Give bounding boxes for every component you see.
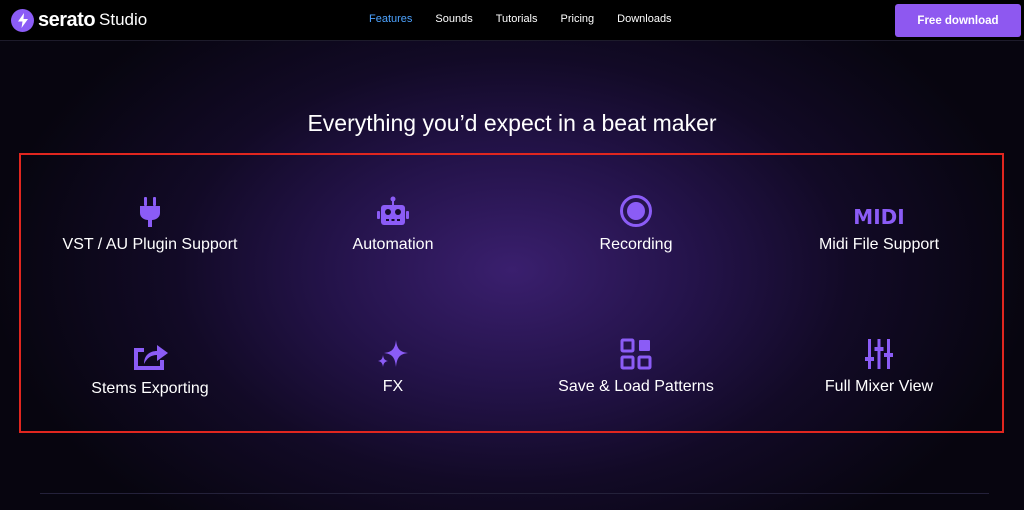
export-icon bbox=[30, 336, 270, 372]
feature-label: Save & Load Patterns bbox=[558, 378, 714, 395]
section-divider bbox=[40, 493, 989, 494]
logo-wordmark: serato bbox=[38, 8, 96, 31]
nav-links: Features Sounds Tutorials Pricing Downlo… bbox=[369, 13, 672, 25]
feature-automation: Automation bbox=[273, 192, 513, 254]
serato-studio-logo[interactable]: serato Studio bbox=[11, 8, 147, 32]
feature-save-load-patterns: Save & Load Patterns bbox=[516, 334, 756, 396]
feature-label: FX bbox=[382, 378, 404, 395]
nav-link-features[interactable]: Features bbox=[369, 13, 412, 25]
feature-label: Full Mixer View bbox=[824, 378, 934, 395]
feature-vst-au-plugin-support: VST / AU Plugin Support bbox=[30, 192, 270, 254]
nav-link-tutorials[interactable]: Tutorials bbox=[496, 13, 538, 25]
feature-label: VST / AU Plugin Support bbox=[62, 236, 238, 253]
feature-label: Recording bbox=[599, 236, 673, 253]
nav-link-sounds[interactable]: Sounds bbox=[435, 13, 472, 25]
feature-full-mixer-view: Full Mixer View bbox=[759, 334, 999, 396]
mixer-sliders-icon bbox=[759, 334, 999, 370]
feature-midi-file-support: MIDI Midi File Support bbox=[759, 192, 999, 254]
record-icon bbox=[516, 192, 756, 228]
svg-text:MIDI: MIDI bbox=[853, 205, 904, 228]
nav-link-pricing[interactable]: Pricing bbox=[561, 13, 595, 25]
sparkle-icon bbox=[273, 334, 513, 370]
feature-recording: Recording bbox=[516, 192, 756, 254]
feature-fx: FX bbox=[273, 334, 513, 396]
section-heading: Everything you’d expect in a beat maker bbox=[307, 110, 717, 136]
logo-product-name: Studio bbox=[99, 10, 148, 29]
midi-icon: MIDI bbox=[759, 192, 999, 228]
robot-icon bbox=[273, 192, 513, 228]
top-navbar: serato Studio Features Sounds Tutorials … bbox=[0, 0, 1024, 41]
feature-label: Midi File Support bbox=[818, 236, 940, 253]
nav-link-downloads[interactable]: Downloads bbox=[617, 13, 671, 25]
feature-label: Automation bbox=[352, 236, 434, 253]
lightning-bolt-icon bbox=[11, 8, 34, 32]
free-download-button[interactable]: Free download bbox=[895, 4, 1021, 37]
plug-icon bbox=[30, 192, 270, 228]
feature-stems-exporting: Stems Exporting bbox=[30, 336, 270, 398]
grid-icon bbox=[516, 334, 756, 370]
feature-label: Stems Exporting bbox=[91, 380, 209, 397]
